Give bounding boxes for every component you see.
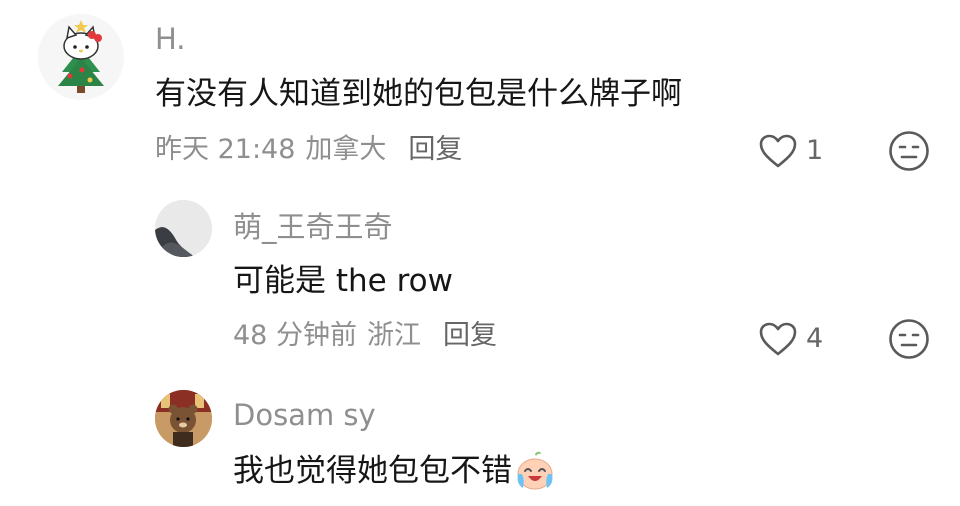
neutral-face-icon [888, 130, 930, 172]
avatar-dosam[interactable] [155, 390, 212, 447]
react-button[interactable] [888, 130, 930, 172]
comment-time: 昨天 21:48 [155, 134, 296, 165]
bear-avatar [155, 390, 212, 447]
neutral-face-icon [888, 318, 930, 360]
comment-location: 浙江 [366, 320, 421, 351]
comment-username[interactable]: Dosam sy [233, 398, 376, 432]
like-button[interactable]: 1 [758, 132, 823, 170]
comment-username[interactable]: H. [155, 22, 186, 56]
comment-username[interactable]: 萌_王奇王奇 [233, 210, 393, 244]
avatar-h[interactable] [38, 14, 124, 100]
comment-time: 48 分钟前 [233, 320, 357, 351]
comment-text: 我也觉得她包包不错 [233, 453, 512, 489]
heart-outline-icon [758, 321, 798, 357]
heart-outline-icon [758, 133, 798, 169]
person-silhouette-avatar [155, 200, 212, 257]
comment-text: 可能是 the row [233, 263, 453, 299]
react-button[interactable] [888, 318, 930, 360]
comment-meta: 48 分钟前 浙江 回复 [233, 320, 497, 352]
reply-button[interactable]: 回复 [408, 134, 462, 166]
comment-body: 我也觉得她包包不错 [233, 450, 556, 492]
comment-text: 有没有人知道到她的包包是什么牌子啊 [155, 76, 682, 112]
like-count: 4 [806, 323, 824, 354]
comment-meta: 昨天 21:48 加拿大 回复 [155, 134, 462, 166]
comment-location: 加拿大 [305, 134, 387, 165]
hello-kitty-christmas-tree-avatar [38, 14, 124, 100]
crying-laughing-emoji [514, 450, 556, 492]
avatar-meng[interactable] [155, 200, 212, 257]
reply-button[interactable]: 回复 [443, 320, 497, 352]
like-button[interactable]: 4 [758, 320, 823, 358]
like-count: 1 [806, 135, 824, 166]
